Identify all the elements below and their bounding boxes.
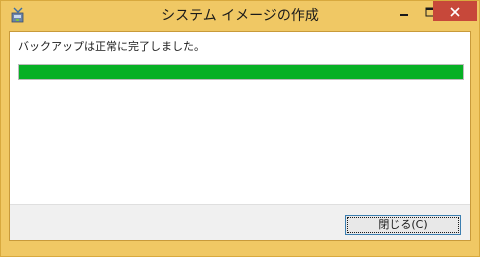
title-bar[interactable]: システム イメージの作成 xyxy=(1,1,479,31)
close-icon xyxy=(450,2,460,21)
status-message: バックアップは正常に完了しました。 xyxy=(18,40,205,53)
progress-bar xyxy=(18,64,464,80)
close-window-button[interactable] xyxy=(433,1,477,21)
progress-fill xyxy=(19,65,463,79)
dialog-content: バックアップは正常に完了しました。 閉じる(C) xyxy=(9,31,471,241)
minimize-button[interactable] xyxy=(391,1,417,21)
minimize-icon xyxy=(399,2,409,21)
close-button[interactable]: 閉じる(C) xyxy=(345,215,461,235)
dialog-window: システム イメージの作成 バックアップは正常に完了しました。 閉じる(C) xyxy=(0,0,480,257)
dialog-footer: 閉じる(C) xyxy=(10,204,470,240)
